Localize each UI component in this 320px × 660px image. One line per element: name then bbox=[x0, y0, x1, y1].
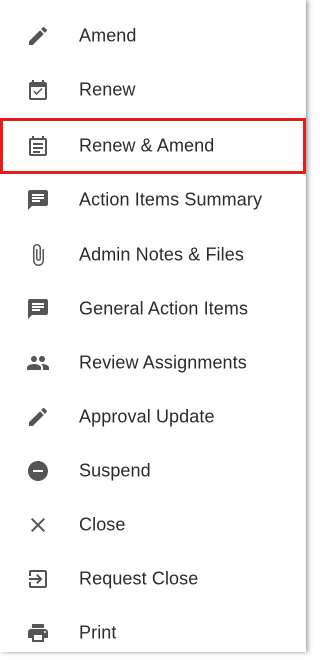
menu-item-label: Renew bbox=[79, 79, 136, 100]
exit-icon bbox=[25, 566, 51, 592]
menu-item-label: General Action Items bbox=[79, 298, 249, 319]
menu-item-label: Suspend bbox=[79, 460, 151, 481]
comment-icon bbox=[25, 296, 51, 322]
people-icon bbox=[25, 350, 51, 376]
menu-item-review-assignments[interactable]: Review Assignments bbox=[0, 336, 306, 390]
menu-item-action-items-summary[interactable]: Action Items Summary bbox=[0, 173, 306, 227]
comment-icon bbox=[25, 187, 51, 213]
pencil-icon bbox=[25, 23, 51, 49]
menu-item-suspend[interactable]: Suspend bbox=[0, 444, 306, 498]
pencil-icon bbox=[25, 404, 51, 430]
menu-item-label: Close bbox=[79, 514, 126, 535]
menu-item-amend[interactable]: Amend bbox=[0, 9, 306, 63]
printer-icon bbox=[25, 620, 51, 646]
action-menu: Amend Renew Renew & Amend Action Items S… bbox=[0, 0, 306, 652]
menu-item-label: Admin Notes & Files bbox=[79, 244, 244, 265]
close-icon bbox=[25, 512, 51, 538]
paperclip-icon bbox=[25, 242, 51, 268]
calendar-check-icon bbox=[25, 77, 51, 103]
menu-item-label: Request Close bbox=[79, 568, 199, 589]
menu-item-renew[interactable]: Renew bbox=[0, 63, 306, 117]
menu-item-label: Print bbox=[79, 622, 117, 643]
menu-item-label: Action Items Summary bbox=[79, 189, 263, 210]
menu-item-label: Amend bbox=[79, 25, 137, 46]
menu-item-general-action-items[interactable]: General Action Items bbox=[0, 282, 306, 336]
menu-item-label: Review Assignments bbox=[79, 352, 247, 373]
menu-item-approval-update[interactable]: Approval Update bbox=[0, 390, 306, 444]
menu-item-label: Approval Update bbox=[79, 406, 215, 427]
menu-item-label: Renew & Amend bbox=[79, 135, 215, 156]
menu-item-close[interactable]: Close bbox=[0, 498, 306, 552]
menu-item-renew-amend[interactable]: Renew & Amend bbox=[0, 118, 306, 174]
calendar-list-icon bbox=[25, 133, 51, 159]
menu-item-admin-notes-files[interactable]: Admin Notes & Files bbox=[0, 228, 306, 282]
menu-item-request-close[interactable]: Request Close bbox=[0, 552, 306, 606]
minus-circle-icon bbox=[25, 458, 51, 484]
